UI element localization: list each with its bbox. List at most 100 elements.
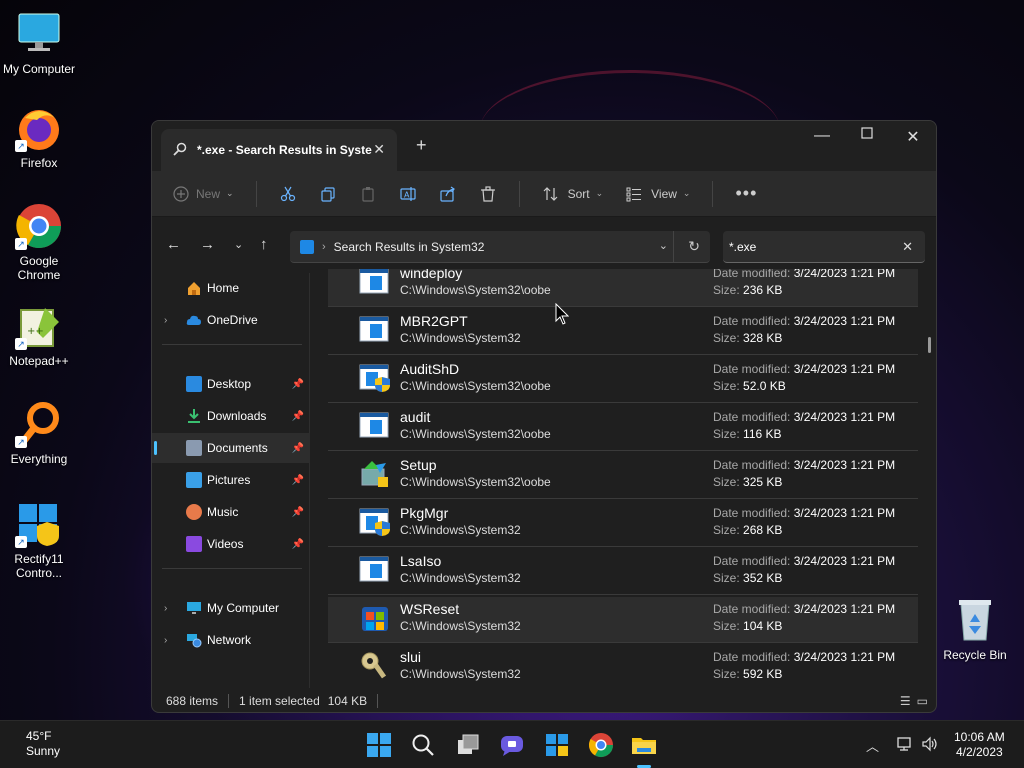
address-bar[interactable]: › Search Results in System32 ⌄ ↻ — [290, 231, 710, 263]
exe-shield-icon — [358, 363, 392, 393]
key-icon — [358, 651, 392, 681]
more-options-button[interactable]: ••• — [735, 183, 757, 204]
new-button[interactable]: New ⌄ — [172, 185, 234, 203]
close-tab-icon[interactable]: ✕ — [373, 141, 385, 158]
desktop-icon-everything[interactable]: ↗ Everything — [0, 400, 78, 466]
nav-divider — [162, 568, 302, 569]
list-item[interactable]: AuditShD C:\Windows\System32\oobe Date m… — [328, 357, 918, 403]
nav-item-documents[interactable]: Documents 📌 — [152, 433, 310, 463]
share-button[interactable] — [439, 185, 457, 203]
volume-tray-icon[interactable] — [921, 736, 939, 755]
show-hidden-icons-button[interactable]: ︿ — [866, 736, 879, 755]
list-item[interactable]: Setup C:\Windows\System32\oobe Date modi… — [328, 453, 918, 499]
pin-icon: 📌 — [291, 442, 304, 454]
search-button[interactable] — [410, 732, 436, 758]
nav-item-music[interactable]: Music 📌 — [152, 497, 310, 527]
file-date: Date modified: 3/24/2023 1:21 PM — [713, 314, 896, 328]
trash-icon — [479, 185, 497, 203]
desktop-icon-google-chrome[interactable]: ↗ Google Chrome — [0, 202, 78, 282]
file-date: Date modified: 3/24/2023 1:21 PM — [713, 458, 896, 472]
weather-temp: 45°F — [26, 729, 52, 743]
clear-search-icon[interactable]: ✕ — [902, 239, 913, 255]
list-item[interactable]: windeploy C:\Windows\System32\oobe Date … — [328, 269, 918, 307]
tab-search-results[interactable]: *.exe - Search Results in Syste ✕ — [161, 129, 397, 171]
file-explorer-taskbar-button[interactable] — [631, 732, 657, 758]
nav-item-my-computer[interactable]: › My Computer — [152, 593, 310, 623]
nav-item-network[interactable]: › Network — [152, 625, 310, 655]
task-view-button[interactable] — [455, 732, 481, 758]
file-path: C:\Windows\System32 — [400, 523, 521, 537]
magnifier-icon: ↗ — [15, 400, 63, 448]
list-item[interactable]: audit C:\Windows\System32\oobe Date modi… — [328, 405, 918, 451]
list-item[interactable]: PkgMgr C:\Windows\System32 Date modified… — [328, 501, 918, 547]
refresh-icon[interactable]: ↻ — [688, 238, 700, 255]
list-item[interactable]: MBR2GPT C:\Windows\System32 Date modifie… — [328, 309, 918, 355]
nav-item-pictures[interactable]: Pictures 📌 — [152, 465, 310, 495]
new-tab-button[interactable]: + — [416, 135, 427, 156]
nav-item-downloads[interactable]: Downloads 📌 — [152, 401, 310, 431]
chrome-taskbar-button[interactable] — [588, 732, 614, 758]
delete-button[interactable] — [479, 185, 497, 203]
desktop-icon-rectify11[interactable]: ↗ Rectify11 Contro... — [0, 500, 78, 580]
scissors-icon — [279, 185, 297, 203]
up-button[interactable]: ↑ — [260, 236, 268, 253]
network-tray-icon[interactable] — [896, 736, 914, 755]
forward-button[interactable]: → — [200, 236, 215, 253]
rename-button[interactable]: A — [399, 185, 417, 203]
nav-item-onedrive[interactable]: › OneDrive — [152, 305, 310, 335]
large-icons-view-icon[interactable]: ▭ — [917, 694, 928, 708]
list-item-selected[interactable]: WSReset C:\Windows\System32 Date modifie… — [328, 597, 918, 643]
explorer-body: Home › OneDrive Desktop 📌 Downloads 📌 Do… — [152, 269, 936, 688]
file-name: PkgMgr — [400, 505, 449, 521]
nav-label: Home — [207, 281, 240, 295]
file-name: LsaIso — [400, 553, 442, 569]
view-button[interactable]: View ⌄ — [625, 185, 690, 203]
paste-button[interactable] — [359, 185, 377, 203]
weather-widget[interactable]: 45°F Sunny — [26, 729, 60, 759]
nav-item-videos[interactable]: Videos 📌 — [152, 529, 310, 559]
desktop-icon-recycle-bin[interactable]: Recycle Bin — [936, 596, 1014, 662]
desktop-icon-firefox[interactable]: ↗ Firefox — [0, 104, 78, 170]
file-path: C:\Windows\System32\oobe — [400, 475, 551, 489]
maximize-button[interactable] — [855, 126, 879, 144]
desktop-icon-notepad-plus-plus[interactable]: ++ ↗ Notepad++ — [0, 302, 78, 368]
windows-logo-icon — [367, 733, 391, 757]
file-path: C:\Windows\System32\oobe — [400, 283, 551, 297]
back-button[interactable]: ← — [166, 236, 181, 253]
file-size: Size: 236 KB — [713, 283, 783, 297]
search-input[interactable] — [729, 239, 879, 254]
chat-button[interactable] — [499, 732, 525, 758]
shortcut-arrow-icon: ↗ — [15, 436, 27, 448]
copy-button[interactable] — [319, 185, 337, 203]
selection-count: 1 item selected — [239, 694, 320, 708]
file-path: C:\Windows\System32 — [400, 331, 521, 345]
nav-item-desktop[interactable]: Desktop 📌 — [152, 369, 310, 399]
minimize-button[interactable]: — — [810, 127, 834, 145]
address-history-dropdown[interactable]: ⌄ — [659, 239, 668, 252]
chat-icon — [501, 736, 523, 756]
chevron-down-icon: ⌄ — [595, 188, 604, 198]
file-size: Size: 592 KB — [713, 667, 783, 681]
chevron-right-icon: › — [322, 240, 326, 253]
plus-circle-icon — [172, 185, 190, 203]
details-view-icon[interactable]: ☰ — [900, 694, 911, 708]
pin-icon: 📌 — [291, 506, 304, 518]
nav-label: Pictures — [207, 473, 251, 487]
control-center-button[interactable] — [544, 732, 570, 758]
clock[interactable]: 10:06 AM 4/2/2023 — [954, 730, 1005, 760]
start-button[interactable] — [366, 732, 392, 758]
search-box[interactable]: ✕ — [723, 231, 925, 263]
cut-button[interactable] — [279, 185, 297, 203]
selection-size: 104 KB — [327, 694, 368, 708]
close-window-button[interactable]: ✕ — [901, 127, 925, 147]
list-item[interactable]: slui C:\Windows\System32 Date modified: … — [328, 645, 918, 688]
nav-item-home[interactable]: Home — [152, 273, 310, 303]
recent-locations-button[interactable]: ⌄ — [234, 238, 243, 251]
desktop-icon-my-computer[interactable]: My Computer — [0, 10, 78, 76]
pin-icon: 📌 — [291, 378, 304, 390]
vertical-scrollbar-thumb[interactable] — [928, 337, 931, 353]
nav-label: Desktop — [207, 377, 252, 391]
item-count: 688 items — [166, 694, 219, 708]
list-item[interactable]: LsaIso C:\Windows\System32 Date modified… — [328, 549, 918, 595]
sort-button[interactable]: Sort ⌄ — [542, 185, 604, 203]
